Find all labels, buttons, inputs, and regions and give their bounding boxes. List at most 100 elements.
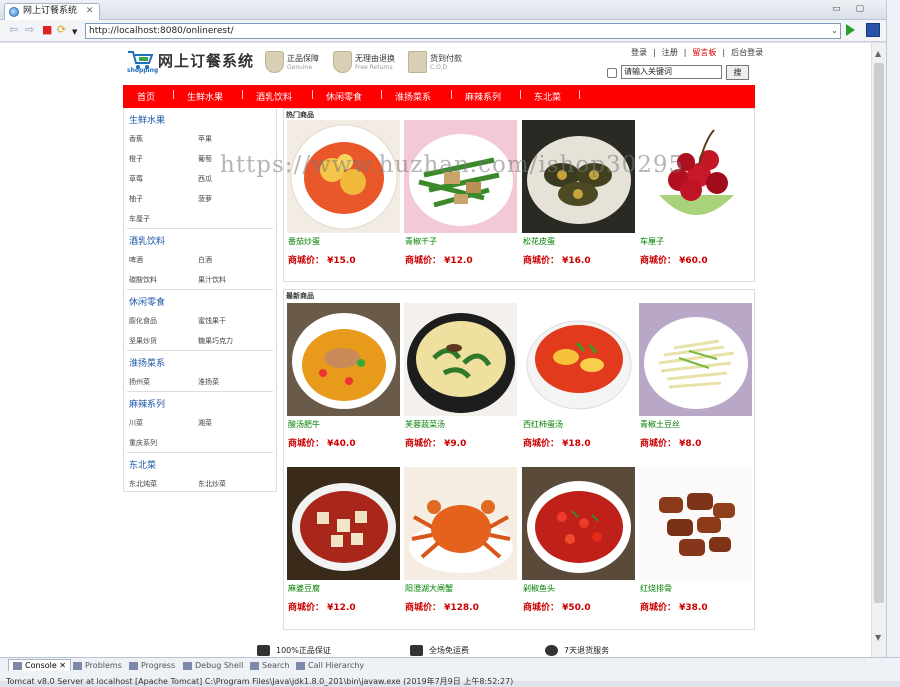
tab-console[interactable]: Console ✕ [8, 659, 72, 671]
product-image[interactable] [639, 303, 752, 416]
nav-item-home[interactable]: 首页 [137, 90, 155, 103]
category-item[interactable]: 车厘子 [129, 214, 150, 224]
category-title[interactable]: 酒乳饮料 [129, 234, 165, 247]
scrollbar-thumb[interactable] [874, 63, 884, 603]
product-name[interactable]: 剁椒鱼头 [523, 583, 555, 594]
search-input[interactable]: 请输入关键词 [621, 65, 722, 79]
product-name[interactable]: 番茄炒蛋 [288, 236, 320, 247]
feature-label: 7天退货服务 [564, 646, 610, 655]
product-price: 商城价： ¥16.0 [523, 256, 591, 266]
category-item[interactable]: 重庆系列 [129, 438, 157, 448]
tab-call-hierarchy[interactable]: Call Hierarchy [296, 661, 364, 670]
category-item[interactable]: 蜜饯果干 [198, 316, 226, 326]
product-name[interactable]: 芙蓉蔬菜汤 [405, 419, 445, 430]
category-item[interactable]: 糖果巧克力 [198, 336, 233, 346]
tab-progress[interactable]: Progress [129, 661, 175, 670]
category-item[interactable]: 橙子 [129, 154, 143, 164]
window-controls[interactable]: ▭ ▢ [832, 4, 870, 14]
badge-title: 无理由退换 [355, 54, 395, 63]
category-item[interactable]: 碳酸饮料 [129, 275, 157, 285]
login-link[interactable]: 登录 [631, 48, 647, 57]
message-board-link[interactable]: 留言板 [692, 48, 716, 57]
close-icon[interactable]: ✕ [86, 6, 94, 16]
scroll-down-icon[interactable]: ▼ [875, 633, 881, 642]
clock-icon [545, 645, 558, 656]
editor-tab-title: 网上订餐系统 [23, 6, 78, 16]
category-title[interactable]: 休闲零食 [129, 295, 165, 308]
tab-debug-shell[interactable]: Debug Shell [183, 661, 243, 670]
tab-problems[interactable]: Problems [73, 661, 122, 670]
vertical-scrollbar[interactable]: ▲ ▼ [871, 43, 886, 657]
nav-item-huaiyang[interactable]: 淮扬菜系 [395, 90, 431, 103]
section-title: 热门商品 [286, 111, 314, 119]
category-item[interactable]: 坚果炒货 [129, 336, 157, 346]
product-name[interactable]: 阳澄湖大闸蟹 [405, 583, 453, 594]
product-image[interactable] [287, 303, 400, 416]
product-name[interactable]: 车厘子 [640, 236, 664, 247]
category-item[interactable]: 湘菜 [198, 418, 212, 428]
external-browser-icon[interactable] [866, 23, 880, 37]
product-name[interactable]: 酸汤肥牛 [288, 419, 320, 430]
category-item[interactable]: 西瓜 [198, 174, 212, 184]
product-image[interactable] [404, 467, 517, 580]
category-title[interactable]: 淮扬菜系 [129, 356, 165, 369]
category-item[interactable]: 啤酒 [129, 255, 143, 265]
stop-icon[interactable]: ■ [42, 24, 52, 36]
product-name[interactable]: 西红柿蛋汤 [523, 419, 563, 430]
category-item[interactable]: 柚子 [129, 194, 143, 204]
category-item[interactable]: 香蕉 [129, 134, 143, 144]
go-icon[interactable] [846, 24, 855, 36]
product-name[interactable]: 麻婆豆腐 [288, 583, 320, 594]
shield-icon [333, 51, 352, 73]
category-title[interactable]: 麻辣系列 [129, 397, 165, 410]
forward-arrow-icon[interactable]: ⇨ [25, 24, 34, 36]
nav-item-fruit[interactable]: 生鲜水果 [187, 90, 223, 103]
address-bar[interactable]: http://localhost:8080/onlinerest/ ⌄ [85, 23, 841, 39]
nav-separator: | [519, 90, 523, 100]
nav-item-drinks[interactable]: 酒乳饮料 [256, 90, 292, 103]
product-name[interactable]: 松花皮蛋 [523, 236, 555, 247]
register-link[interactable]: 注册 [662, 48, 678, 57]
product-image[interactable] [522, 467, 635, 580]
search-button[interactable]: 搜 [726, 65, 749, 80]
nav-item-snacks[interactable]: 休闲零食 [326, 90, 362, 103]
product-name[interactable]: 青椒干子 [405, 236, 437, 247]
category-title[interactable]: 生鲜水果 [129, 113, 165, 126]
category-item[interactable]: 草莓 [129, 174, 143, 184]
product-name[interactable]: 青椒土豆丝 [640, 419, 680, 430]
category-item[interactable]: 膨化食品 [129, 316, 157, 326]
category-title[interactable]: 东北菜 [129, 458, 156, 471]
tab-search[interactable]: Search [250, 661, 289, 670]
product-name[interactable]: 红烧排骨 [640, 583, 672, 594]
admin-login-link[interactable]: 后台登录 [731, 48, 763, 57]
category-item[interactable]: 扬州菜 [129, 377, 150, 387]
category-item[interactable]: 白酒 [198, 255, 212, 265]
category-item[interactable]: 东北炖菜 [129, 479, 157, 489]
refresh-icon[interactable]: ⟳ [57, 24, 66, 36]
category-item[interactable]: 果汁饮料 [198, 275, 226, 285]
product-image[interactable] [287, 467, 400, 580]
chevron-down-icon[interactable]: ▼ [72, 26, 77, 38]
product-image[interactable] [404, 303, 517, 416]
cash-icon [408, 51, 427, 73]
product-image[interactable] [522, 303, 635, 416]
url-history-chevron-icon[interactable]: ⌄ [831, 24, 838, 38]
nav-item-spicy[interactable]: 麻辣系列 [465, 90, 501, 103]
category-item[interactable]: 苹果 [198, 134, 212, 144]
debug-shell-icon [183, 661, 192, 670]
category-item[interactable]: 川菜 [129, 418, 143, 428]
url-text: http://localhost:8080/onlinerest/ [89, 26, 234, 36]
product-image[interactable] [639, 467, 752, 580]
category-item[interactable]: 葡萄 [198, 154, 212, 164]
site-title[interactable]: 网上订餐系统 [158, 50, 254, 71]
nav-item-northeast[interactable]: 东北菜 [534, 90, 561, 103]
back-arrow-icon[interactable]: ⇦ [9, 24, 18, 36]
category-item[interactable]: 淮扬菜 [198, 377, 219, 387]
browser-editor-tab[interactable]: 网上订餐系统 ✕ [4, 3, 101, 20]
category-item[interactable]: 东北炒菜 [198, 479, 226, 489]
feature-free-shipping: 全场免运费 [410, 645, 469, 656]
scroll-up-icon[interactable]: ▲ [875, 49, 881, 58]
separator: | [683, 48, 687, 57]
phone-icon [607, 68, 617, 78]
category-item[interactable]: 菠萝 [198, 194, 212, 204]
